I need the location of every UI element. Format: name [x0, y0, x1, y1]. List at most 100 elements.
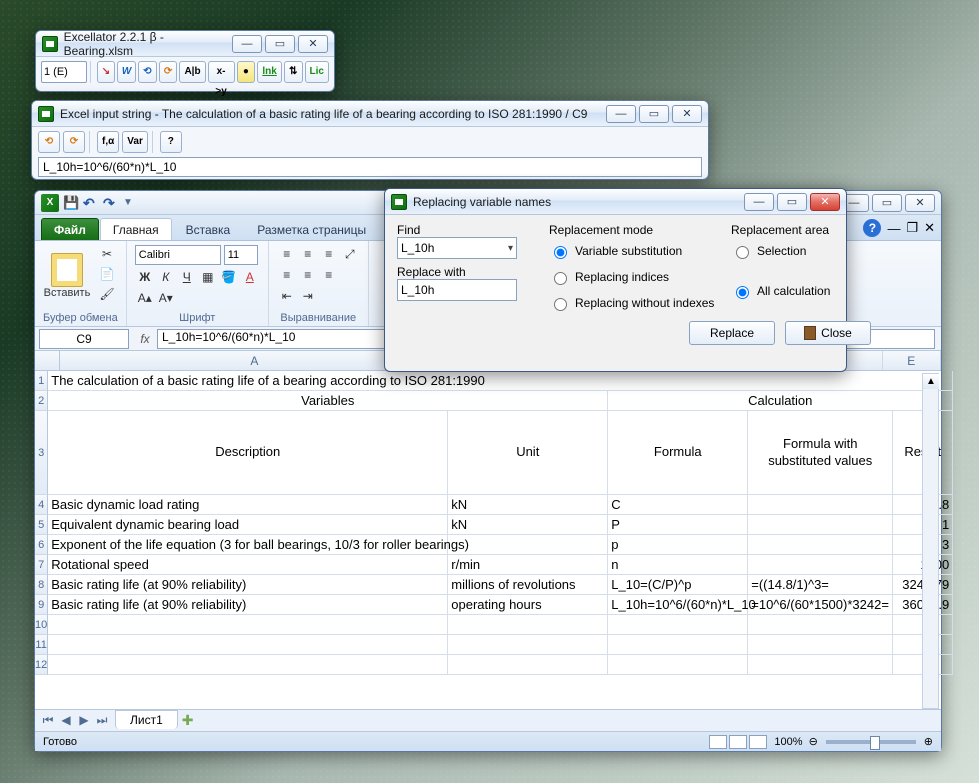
tab-insert[interactable]: Вставка [173, 218, 244, 240]
orientation[interactable]: ⤢ [340, 245, 360, 263]
table-row[interactable]: p [608, 535, 748, 555]
bold-button[interactable]: Ж [135, 268, 155, 286]
row-5[interactable]: 5 [35, 515, 48, 535]
table-row[interactable]: Rotational speed [48, 555, 448, 575]
sheet-nav-first[interactable]: ⏮ [39, 713, 57, 728]
row-3[interactable]: 3 [35, 411, 48, 495]
area-opt-1[interactable]: All calculation [731, 283, 871, 299]
workbook-close[interactable]: ✕ [924, 220, 935, 236]
table-row[interactable]: Exponent of the life equation (3 for bal… [48, 535, 448, 555]
table-row[interactable]: L_10=(C/P)^p [608, 575, 748, 595]
sheet-nav-next[interactable]: ▶ [75, 713, 93, 728]
mode-opt-1[interactable]: Replacing indices [549, 269, 719, 285]
redo-icon[interactable]: ⟳ [159, 61, 178, 83]
cell-calc-header[interactable]: Calculation [608, 391, 953, 411]
shrink-font-icon[interactable]: A▾ [156, 289, 176, 307]
sheet-combo[interactable] [41, 61, 87, 83]
sheet-nav-prev[interactable]: ◀ [57, 713, 75, 728]
copy-icon[interactable]: 📄 [97, 265, 117, 283]
align-center[interactable]: ≡ [298, 266, 318, 284]
tb-dot[interactable]: ● [237, 61, 256, 83]
table-row[interactable]: C [608, 495, 748, 515]
table-row[interactable]: Basic rating life (at 90% reliability) [48, 575, 448, 595]
redo-icon[interactable]: ⟳ [63, 131, 85, 153]
name-box[interactable] [39, 329, 129, 349]
italic-button[interactable]: К [156, 268, 176, 286]
tab-layout[interactable]: Разметка страницы [244, 218, 379, 240]
table-row[interactable]: n [608, 555, 748, 575]
formula-input[interactable] [38, 157, 702, 177]
zoom-in-icon[interactable]: ⊕ [924, 735, 933, 748]
paste-button[interactable]: Вставить [43, 245, 91, 307]
minimize-button[interactable]: — [232, 35, 262, 53]
input-titlebar[interactable]: Excel input string - The calculation of … [32, 101, 708, 127]
sheet-nav-last[interactable]: ⏭ [93, 713, 111, 728]
font-name-select[interactable] [135, 245, 221, 265]
hdr-desc[interactable]: Description [48, 411, 448, 495]
cut-icon[interactable]: ✂ [97, 245, 117, 263]
table-row[interactable]: P [608, 515, 748, 535]
vertical-scrollbar[interactable]: ▲ [922, 373, 939, 709]
zoom-out-icon[interactable]: ⊖ [809, 735, 818, 748]
new-sheet-icon[interactable]: ✚ [182, 712, 194, 729]
tb-lic[interactable]: Lic [305, 61, 329, 83]
active-cell[interactable]: L_10h=10^6/(60*n)*L_10 [608, 595, 748, 615]
table-row[interactable]: millions of revolutions [448, 575, 608, 595]
fx-icon[interactable]: fx [133, 332, 157, 346]
hdr-unit[interactable]: Unit [448, 411, 608, 495]
indent-dec[interactable]: ⇤ [277, 287, 297, 305]
close-dialog-button[interactable]: Close [785, 321, 871, 345]
table-row[interactable] [748, 515, 893, 535]
row-11[interactable]: 11 [35, 635, 48, 655]
table-row[interactable]: =10^6/(60*1500)*3242= [748, 595, 893, 615]
underline-button[interactable]: Ч [177, 268, 197, 286]
minimize-button[interactable]: — [744, 193, 774, 211]
row-7[interactable]: 7 [35, 555, 48, 575]
replace-titlebar[interactable]: Replacing variable names — ▭ ✕ [385, 189, 846, 215]
sheet-tab[interactable]: Лист1 [115, 710, 178, 729]
hdr-subst[interactable]: Formula with substituted values [748, 411, 893, 495]
row-4[interactable]: 4 [35, 495, 48, 515]
zoom-slider[interactable] [826, 740, 916, 744]
table-row[interactable]: operating hours [448, 595, 608, 615]
cell-title[interactable]: The calculation of a basic rating life o… [48, 371, 953, 391]
maximize-button[interactable]: ▭ [777, 193, 807, 211]
tb-arrow[interactable]: ↘ [97, 61, 116, 83]
row-2[interactable]: 2 [35, 391, 48, 411]
help-icon[interactable]: ? [160, 131, 182, 153]
mode-opt-0[interactable]: Variable substitution [549, 243, 719, 259]
tab-home[interactable]: Главная [100, 218, 172, 240]
tb-xy[interactable]: x->y [208, 61, 235, 83]
replace-button[interactable]: Replace [689, 321, 775, 345]
maximize-button[interactable]: ▭ [265, 35, 295, 53]
tb-falpha[interactable]: f,α [97, 131, 119, 153]
close-button[interactable]: ✕ [672, 105, 702, 123]
border-button[interactable]: ▦ [198, 268, 218, 286]
workbook-minimize[interactable]: — [887, 221, 900, 236]
redo-icon[interactable] [103, 195, 119, 211]
area-opt-0[interactable]: Selection [731, 243, 871, 259]
view-page-break[interactable] [749, 735, 767, 749]
close-button[interactable]: ✕ [810, 193, 840, 211]
spreadsheet-grid[interactable]: 1 2 3 4 5 6 7 8 9 10 11 12 The calculati… [35, 371, 941, 675]
hdr-formula[interactable]: Formula [608, 411, 748, 495]
row-10[interactable]: 10 [35, 615, 48, 635]
table-row[interactable]: r/min [448, 555, 608, 575]
tb-link[interactable]: lnk [257, 61, 281, 83]
align-left[interactable]: ≡ [277, 266, 297, 284]
row-9[interactable]: 9 [35, 595, 48, 615]
indent-inc[interactable]: ⇥ [298, 287, 318, 305]
col-E[interactable]: E [883, 351, 941, 370]
excellator-titlebar[interactable]: Excellator 2.2.1 β - Bearing.xlsm — ▭ ✕ [36, 31, 334, 57]
save-icon[interactable] [63, 195, 79, 211]
row-8[interactable]: 8 [35, 575, 48, 595]
table-row[interactable] [748, 555, 893, 575]
table-row[interactable]: Equivalent dynamic bearing load [48, 515, 448, 535]
close-button[interactable]: ✕ [298, 35, 328, 53]
font-color-button[interactable]: A [240, 268, 260, 286]
excel-restore[interactable]: ▭ [872, 194, 902, 212]
view-normal[interactable] [709, 735, 727, 749]
align-bottom[interactable]: ≡ [319, 245, 339, 263]
undo-icon[interactable] [83, 195, 99, 211]
table-row[interactable] [748, 535, 893, 555]
